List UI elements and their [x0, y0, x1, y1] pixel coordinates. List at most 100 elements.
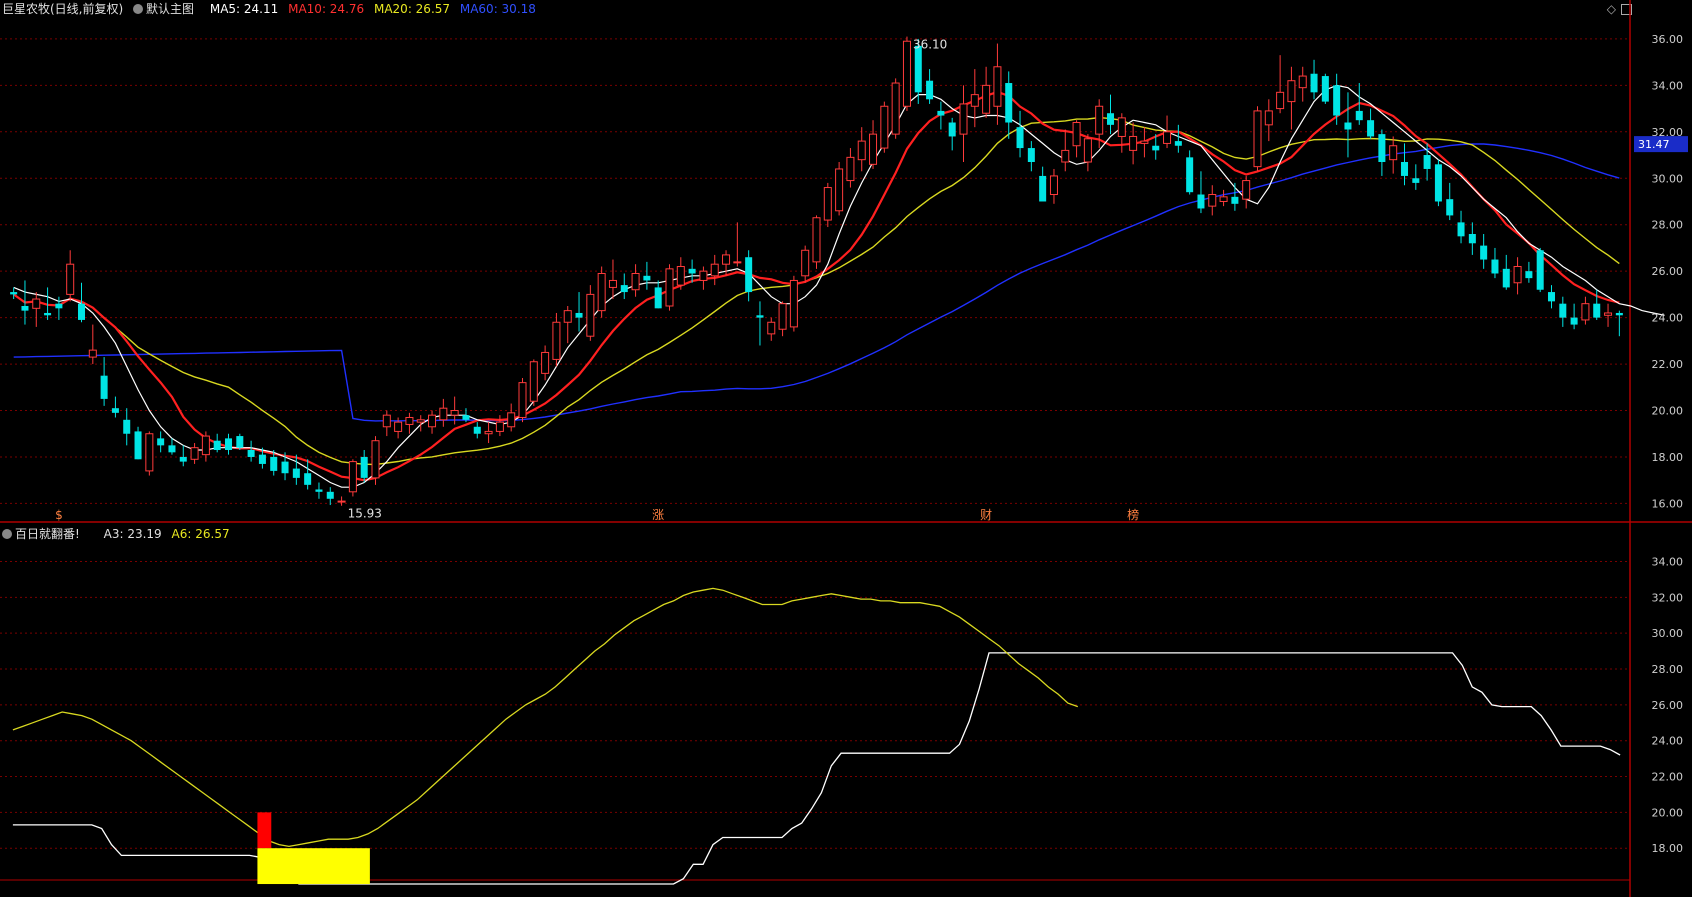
candle-body-down: [1039, 175, 1047, 202]
ma60-layer: [13, 143, 1620, 422]
candle-body-up: [541, 351, 550, 374]
candle-body-down: [44, 312, 52, 316]
candle-body-up: [812, 217, 821, 263]
ma5-layer: [13, 84, 1665, 488]
candle-body-up: [869, 133, 878, 165]
candle-body-up: [190, 447, 199, 460]
candle-body-down: [157, 438, 165, 446]
candle-body-up: [823, 187, 832, 221]
candle-body-up: [1095, 105, 1104, 135]
candle-body-down: [1027, 148, 1035, 162]
a3-line: [12, 652, 1621, 885]
sub-tick-label: 32.00: [1652, 591, 1684, 604]
candle-body-down: [1468, 234, 1476, 244]
candle-body-up: [586, 293, 595, 337]
candle-body-up: [1129, 135, 1138, 151]
candle-body-up: [1604, 312, 1613, 316]
candle-body-down: [224, 438, 233, 450]
candle-body-up: [733, 261, 742, 264]
candle-body-up: [1287, 80, 1296, 103]
candle-body-up: [1117, 117, 1126, 137]
candle-body-up: [507, 412, 516, 428]
axis-labels: 36.00 34.00 32.00 30.00 28.00 26.00 24.00 22.00…: [1634, 33, 1688, 855]
candle-body-down: [213, 440, 221, 450]
candle-body-up: [439, 407, 448, 421]
ma5-line: [13, 84, 1665, 488]
candle-body-down: [10, 292, 18, 295]
candle-body-up: [699, 270, 708, 281]
candle-body-up: [32, 298, 41, 309]
candle-body-down: [1559, 303, 1567, 318]
candle-body-up: [767, 321, 776, 335]
sub-tick-label: 26.00: [1652, 699, 1684, 712]
candle-body-down: [315, 489, 323, 492]
candle-body-down: [111, 408, 119, 413]
candle-body-up: [1219, 196, 1228, 202]
candle-body-up: [371, 440, 380, 479]
candle-body-down: [1378, 134, 1386, 162]
candle-body-down: [1480, 245, 1488, 260]
candle-body-up: [1163, 131, 1172, 144]
candle-body-down: [1186, 157, 1194, 193]
candle-body-down: [326, 491, 334, 499]
candle-body-up: [1581, 303, 1590, 321]
candle-body-up: [145, 433, 154, 472]
candle-body-down: [1536, 250, 1544, 290]
candle-body-down: [134, 431, 142, 460]
candle-body-down: [1412, 178, 1420, 183]
candle-body-up: [66, 263, 75, 295]
candle-body-down: [77, 303, 86, 320]
candle-body-up: [608, 279, 617, 288]
candle-body-up: [891, 82, 900, 135]
candle-body-down: [236, 436, 244, 448]
candle-body-down: [360, 456, 368, 478]
candle-body-down: [756, 315, 764, 318]
candle-body-down: [55, 303, 63, 309]
candle-body-up: [835, 168, 844, 212]
candle-body-down: [1570, 317, 1578, 325]
candle-body-down: [179, 456, 187, 462]
candle-body-down: [1016, 127, 1024, 149]
ma20-layer: [13, 116, 1620, 466]
candle-body-down: [462, 415, 470, 420]
price-tick-label: 16.00: [1652, 497, 1684, 510]
candle-body-down: [914, 45, 922, 93]
candle-body-down: [1457, 222, 1465, 237]
candle-body-down: [1434, 164, 1442, 202]
price-tick-label: 30.00: [1652, 172, 1684, 185]
candle-body-down: [654, 287, 662, 309]
candle-body-down: [1231, 196, 1239, 204]
candle-body-up: [801, 249, 810, 277]
candle-body-down: [1423, 155, 1431, 169]
candle-body-down: [292, 468, 300, 478]
candle-body-up: [1061, 149, 1070, 163]
candle-body-up: [846, 156, 855, 182]
candle-body-up: [201, 435, 210, 456]
candle-body-up: [789, 279, 798, 328]
candle-body-up: [1389, 145, 1398, 161]
candle-body-up: [394, 421, 403, 432]
candle-body-up: [1083, 138, 1092, 163]
price-tick-label: 24.00: [1652, 312, 1684, 325]
candle-body-down: [100, 375, 108, 399]
candle-body-down: [948, 122, 956, 137]
candle-body-up: [982, 84, 991, 114]
candle-body-up: [382, 414, 391, 428]
candle-body-down: [1174, 141, 1182, 146]
candle-body-down: [1344, 122, 1352, 130]
stock-chart[interactable]: 36.00 34.00 32.00 30.00 28.00 26.00 24.00 22.00…: [0, 0, 1692, 897]
candle-body-up: [1072, 122, 1081, 147]
candle-body-up: [484, 430, 493, 435]
current-price-label: 31.47: [1638, 138, 1670, 151]
candle-body-down: [1355, 110, 1363, 121]
sub-tick-label: 18.00: [1652, 842, 1684, 855]
high-price-label: 36.10: [913, 38, 947, 52]
candle-body-down: [1525, 271, 1533, 279]
candle-body-down: [926, 80, 934, 100]
sub-tick-label: 28.00: [1652, 663, 1684, 676]
candle-body-down: [1367, 120, 1375, 137]
candle-body-down: [473, 426, 481, 434]
price-tick-label: 22.00: [1652, 358, 1684, 371]
candle-body-up: [970, 94, 979, 107]
signal-bar-yellow: [257, 848, 370, 885]
